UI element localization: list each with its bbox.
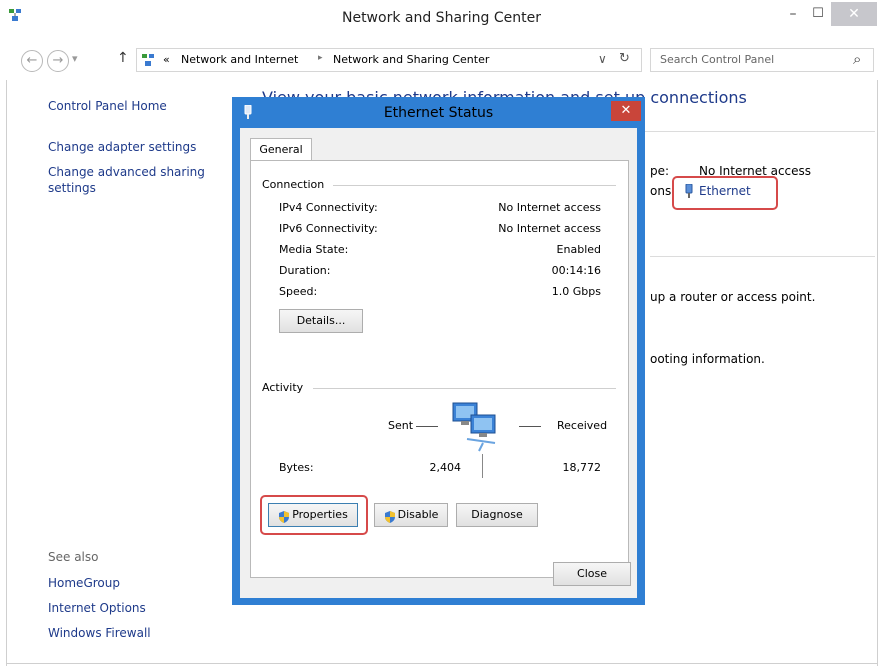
main-window: Network and Sharing Center – ☐ ✕ ← → ▾ ↑… xyxy=(0,0,883,666)
recent-dropdown-icon[interactable]: ▾ xyxy=(72,52,78,65)
bytes-label: Bytes: xyxy=(279,461,314,474)
disable-button-label: Disable xyxy=(397,508,439,521)
address-bar[interactable]: « Network and Internet ▸ Network and Sha… xyxy=(136,48,642,72)
window-left-border xyxy=(6,80,7,666)
details-button[interactable]: Details... xyxy=(279,309,363,333)
minimize-button[interactable]: – xyxy=(780,2,806,26)
ethernet-status-dialog: Ethernet Status ✕ General Connection IPv… xyxy=(232,97,645,605)
speed-label: Speed: xyxy=(279,285,318,298)
activity-group-label: Activity xyxy=(262,381,304,394)
sidebar-change-adapter-settings[interactable]: Change adapter settings xyxy=(48,140,196,154)
address-dropdown-icon[interactable]: ∨ xyxy=(598,52,607,66)
media-state-value: Enabled xyxy=(556,243,601,256)
window-bottom-border xyxy=(6,663,878,664)
forward-button[interactable]: → xyxy=(47,50,69,72)
window-title: Network and Sharing Center xyxy=(341,10,541,26)
up-button[interactable]: ↑ xyxy=(117,50,129,66)
access-type-label: pe: xyxy=(650,164,670,178)
connection-group-line xyxy=(333,185,616,186)
search-icon[interactable]: ⌕ xyxy=(853,50,861,68)
search-input[interactable]: Search Control Panel ⌕ xyxy=(650,48,874,72)
ipv4-label: IPv4 Connectivity: xyxy=(279,201,378,214)
window-right-border xyxy=(877,80,878,666)
maximize-button[interactable]: ☐ xyxy=(806,2,830,26)
troubleshoot-text: ooting information. xyxy=(650,352,765,366)
network-folder-icon xyxy=(141,53,155,67)
dialog-title: Ethernet Status xyxy=(383,105,494,121)
router-setup-text: up a router or access point. xyxy=(650,290,816,304)
media-state-label: Media State: xyxy=(279,243,349,256)
breadcrumb-separator: ▸ xyxy=(318,53,323,63)
disable-button[interactable]: Disable xyxy=(374,503,448,527)
see-also-heading: See also xyxy=(48,550,99,564)
shield-icon xyxy=(384,509,396,523)
activity-group-line xyxy=(313,388,616,389)
sidebar-change-advanced-sharing-line2[interactable]: settings xyxy=(48,181,96,195)
shield-icon xyxy=(278,509,290,523)
bytes-sent-value: 2,404 xyxy=(429,461,462,474)
back-button[interactable]: ← xyxy=(21,50,43,72)
diagnose-button[interactable]: Diagnose xyxy=(456,503,538,527)
bytes-received-value: 18,772 xyxy=(562,461,602,474)
sidebar-internet-options[interactable]: Internet Options xyxy=(48,601,146,615)
close-window-button[interactable]: ✕ xyxy=(831,2,877,26)
speed-value: 1.0 Gbps xyxy=(551,285,601,298)
close-dialog-button[interactable]: Close xyxy=(553,562,631,586)
breadcrumb-overflow[interactable]: « xyxy=(163,53,170,66)
dialog-close-button[interactable]: ✕ xyxy=(611,101,641,121)
breadcrumb-sharing-center[interactable]: Network and Sharing Center xyxy=(333,53,489,66)
section-divider xyxy=(650,256,875,257)
ipv6-value: No Internet access xyxy=(498,222,601,235)
search-placeholder: Search Control Panel xyxy=(660,53,775,66)
refresh-icon[interactable]: ↻ xyxy=(619,51,630,66)
received-line xyxy=(519,426,541,427)
dialog-body: General Connection IPv4 Connectivity: No… xyxy=(240,128,637,598)
title-bar: Network and Sharing Center – ☐ ✕ xyxy=(0,0,883,36)
breadcrumb-network-internet[interactable]: Network and Internet xyxy=(181,53,298,66)
sent-line xyxy=(416,426,438,427)
sidebar-control-panel-home[interactable]: Control Panel Home xyxy=(48,99,167,113)
address-bar-row: ← → ▾ ↑ « Network and Internet ▸ Network… xyxy=(0,40,883,80)
sent-label: Sent xyxy=(388,419,414,432)
received-label: Received xyxy=(557,419,608,432)
general-tab-panel: Connection IPv4 Connectivity: No Interne… xyxy=(250,160,629,578)
properties-button[interactable]: Properties xyxy=(268,503,358,527)
ethernet-connection-icon xyxy=(684,183,694,198)
bytes-divider xyxy=(482,454,483,478)
ipv4-value: No Internet access xyxy=(498,201,601,214)
connection-group-label: Connection xyxy=(262,178,325,191)
duration-value: 00:14:16 xyxy=(551,264,601,277)
sidebar-change-advanced-sharing[interactable]: Change advanced sharing xyxy=(48,165,205,179)
ethernet-connection-link[interactable]: Ethernet xyxy=(699,184,751,198)
network-computers-icon xyxy=(447,399,509,453)
duration-label: Duration: xyxy=(279,264,331,277)
properties-button-label: Properties xyxy=(292,508,348,521)
sidebar-windows-firewall[interactable]: Windows Firewall xyxy=(48,626,151,640)
tab-general[interactable]: General xyxy=(250,138,312,161)
sidebar-homegroup[interactable]: HomeGroup xyxy=(48,576,120,590)
ipv6-label: IPv6 Connectivity: xyxy=(279,222,378,235)
